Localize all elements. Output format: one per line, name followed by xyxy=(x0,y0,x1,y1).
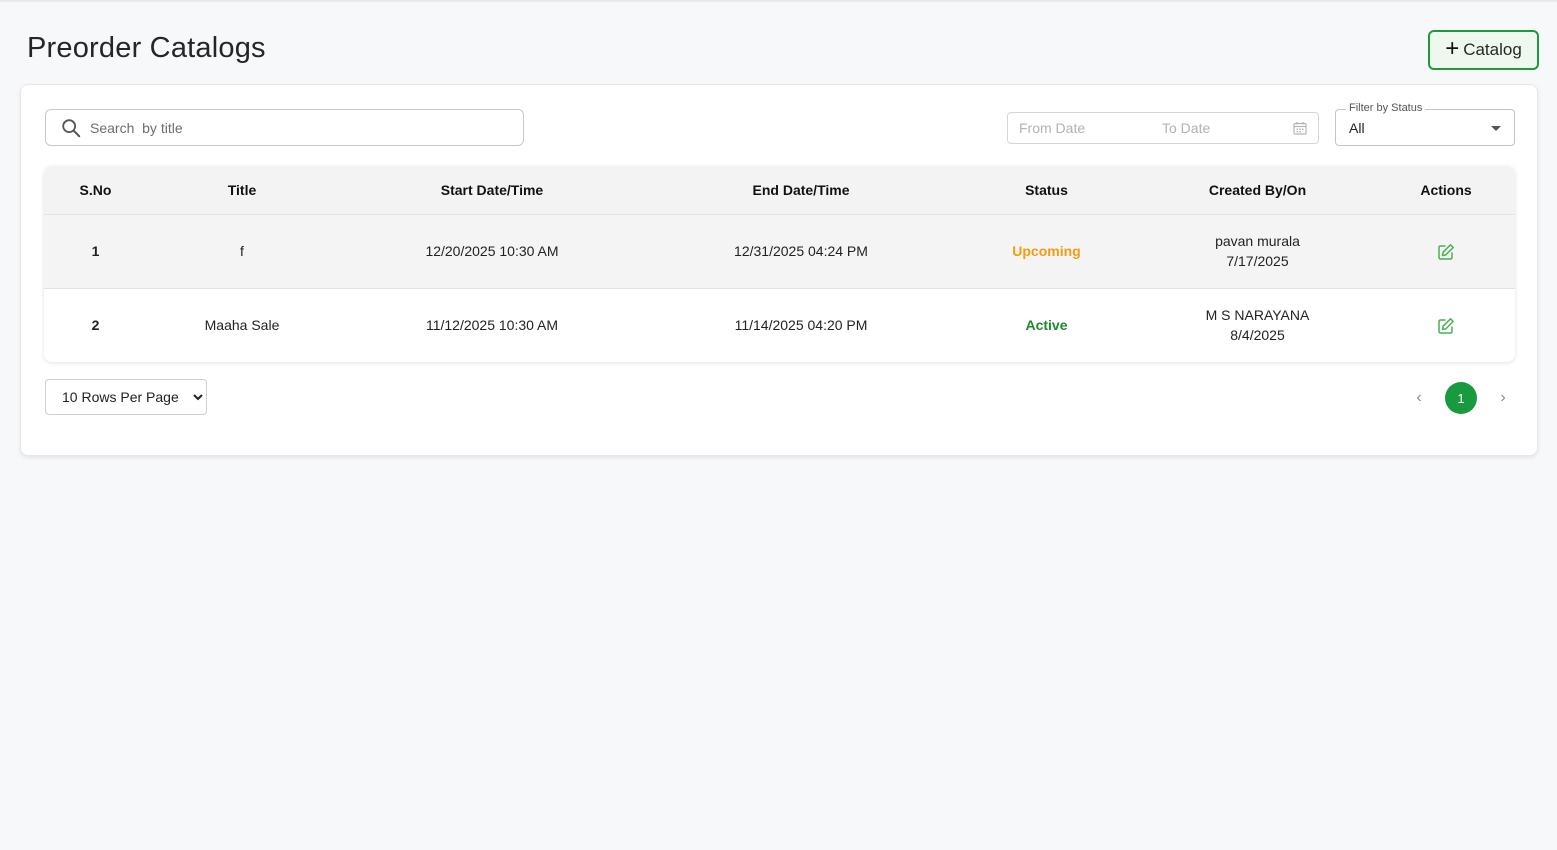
page-button-current[interactable]: 1 xyxy=(1445,382,1477,414)
column-header[interactable]: S.No xyxy=(44,166,147,214)
created-on: 7/17/2025 xyxy=(1226,253,1289,269)
edit-icon[interactable] xyxy=(1437,317,1455,335)
cell-title: f xyxy=(240,243,244,259)
cell-title: Maaha Sale xyxy=(204,317,280,334)
add-catalog-button[interactable]: + Catalog xyxy=(1428,30,1539,70)
column-header[interactable]: Status xyxy=(955,166,1138,214)
status-badge: Active xyxy=(1025,317,1068,334)
cell-created: M S NARAYANA 8/4/2025 xyxy=(1138,288,1377,362)
to-date-input[interactable]: To Date xyxy=(1162,120,1210,136)
column-header[interactable]: Start Date/Time xyxy=(337,166,647,214)
cell-sno: 1 xyxy=(91,243,100,259)
cell-start: 12/20/2025 10:30 AM xyxy=(425,243,559,259)
date-range-picker[interactable]: From Date To Date xyxy=(1007,112,1319,144)
status-filter-value: All xyxy=(1349,120,1365,136)
chevron-down-icon xyxy=(1491,126,1501,131)
chevron-right-icon[interactable]: › xyxy=(1491,389,1515,407)
calendar-icon[interactable] xyxy=(1293,121,1307,135)
catalogs-table: S.No Title Start Date/Time End Date/Time… xyxy=(44,166,1515,362)
pagination: ‹ 1 › xyxy=(1407,382,1515,414)
cell-sno: 2 xyxy=(91,317,100,334)
search-box[interactable] xyxy=(45,109,524,146)
status-filter-label: Filter by Status xyxy=(1346,102,1426,114)
from-date-input[interactable]: From Date xyxy=(1019,120,1085,136)
column-header[interactable]: End Date/Time xyxy=(647,166,955,214)
search-icon xyxy=(62,118,81,137)
table-row[interactable]: 2 Maaha Sale 11/12/2025 10:30 AM 11/14/2… xyxy=(44,288,1515,362)
created-on: 8/4/2025 xyxy=(1230,327,1285,344)
edit-icon[interactable] xyxy=(1437,243,1455,261)
plus-icon: + xyxy=(1445,35,1460,62)
top-shadow xyxy=(0,0,1557,3)
column-header[interactable]: Created By/On xyxy=(1138,166,1377,214)
chevron-left-icon[interactable]: ‹ xyxy=(1407,389,1431,407)
cell-end: 11/14/2025 04:20 PM xyxy=(734,317,868,334)
created-by: M S NARAYANA xyxy=(1205,307,1310,324)
created-by: pavan murala xyxy=(1215,233,1300,249)
cell-actions xyxy=(1377,214,1515,288)
cell-start: 11/12/2025 10:30 AM xyxy=(425,317,559,334)
status-badge: Upcoming xyxy=(1012,243,1081,259)
status-filter-select[interactable]: Filter by Status All xyxy=(1335,102,1515,146)
search-input[interactable] xyxy=(90,119,490,136)
column-header[interactable]: Title xyxy=(147,166,337,214)
page-title: Preorder Catalogs xyxy=(27,32,266,64)
table-row[interactable]: 1 f 12/20/2025 10:30 AM 12/31/2025 04:24… xyxy=(44,214,1515,288)
add-catalog-label: Catalog xyxy=(1463,40,1522,59)
cell-created: pavan murala 7/17/2025 xyxy=(1138,214,1377,288)
cell-actions xyxy=(1377,288,1515,362)
rows-per-page-select[interactable]: 10 Rows Per Page xyxy=(45,379,207,415)
catalogs-card: From Date To Date Filter by Status All xyxy=(20,84,1538,456)
column-header: Actions xyxy=(1420,181,1472,198)
cell-end: 12/31/2025 04:24 PM xyxy=(734,243,868,259)
table-header-row: S.No Title Start Date/Time End Date/Time… xyxy=(44,166,1515,214)
